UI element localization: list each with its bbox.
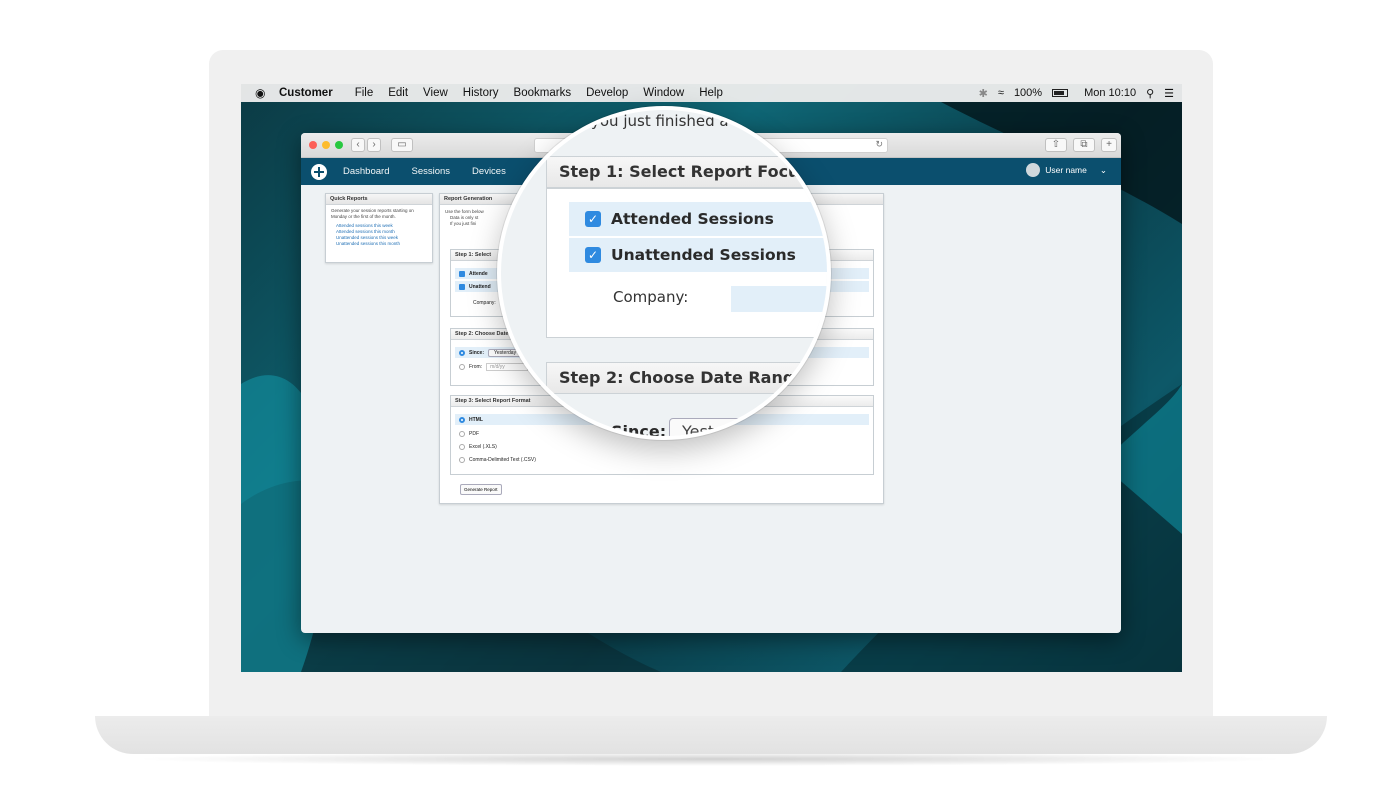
tabs-overview-icon[interactable]: ⧉ (1073, 138, 1095, 152)
menu-edit[interactable]: Edit (388, 87, 408, 99)
quick-report-link[interactable]: Unattended sessions this month (326, 241, 432, 247)
battery-percent: 100% (1013, 87, 1043, 99)
app-logo-icon[interactable] (311, 163, 327, 180)
menu-bookmarks[interactable]: Bookmarks (514, 87, 572, 99)
minimize-window-button[interactable] (322, 141, 330, 149)
close-window-button[interactable] (309, 141, 317, 149)
since-label: Since: (469, 349, 485, 356)
company-label: Company: (473, 299, 496, 306)
attended-label: Attende (469, 270, 488, 277)
magnified-unattended-option[interactable]: ✓ Unattended Sessions (569, 238, 827, 272)
checkbox-checked-icon[interactable]: ✓ (585, 247, 601, 263)
checkbox-checked-icon[interactable]: ✓ (585, 211, 601, 227)
quick-reports-description: Generate your session reports starting o… (331, 208, 414, 219)
menu-develop[interactable]: Develop (586, 87, 628, 99)
apple-icon[interactable]: ◉ (255, 86, 275, 100)
reload-icon[interactable]: ↻ (875, 139, 883, 150)
format-xls-label: Excel (.XLS) (469, 443, 497, 450)
menu-status-area: ✱ ≈ 100% Mon 10:10 ⚲ ☰ (979, 84, 1174, 102)
chevron-down-icon: ⌄ (1099, 164, 1107, 175)
magnified-note: you just finished a se (591, 112, 751, 130)
generate-report-button[interactable]: Generate Report (460, 484, 502, 495)
sidebar-toggle-icon[interactable]: ▭ (391, 138, 413, 152)
avatar (1026, 163, 1041, 177)
from-date-input[interactable]: m/d/yy (486, 362, 528, 371)
magnified-company-label: Company: (613, 288, 689, 306)
zoom-window-button[interactable] (335, 141, 343, 149)
magnifier-lens: you just finished a se Step 1: Select Re… (497, 106, 831, 440)
bluetooth-icon[interactable]: ✱ (979, 87, 988, 100)
magnified-step1-title: Step 1: Select Report Focus (546, 156, 827, 188)
radio-unselected[interactable] (459, 443, 465, 450)
quick-reports-panel: Quick Reports Generate your session repo… (325, 193, 433, 263)
checkbox-checked[interactable] (459, 283, 465, 290)
magnified-attended-label: Attended Sessions (611, 210, 774, 228)
magnified-unattended-label: Unattended Sessions (611, 246, 796, 264)
checkbox-checked[interactable] (459, 270, 465, 277)
radio-unselected[interactable] (459, 456, 465, 463)
nav-devices[interactable]: Devices (472, 166, 506, 177)
magnified-attended-option[interactable]: ✓ Attended Sessions (569, 202, 827, 236)
from-label: From: (469, 363, 483, 370)
radio-unselected[interactable] (459, 363, 465, 370)
wifi-icon[interactable]: ≈ (998, 87, 1004, 99)
forward-button[interactable]: › (367, 138, 381, 152)
menu-view[interactable]: View (423, 87, 448, 99)
search-icon[interactable]: ⚲ (1146, 87, 1154, 100)
unattended-label: Unattend (469, 283, 491, 290)
radio-selected[interactable] (459, 349, 465, 356)
notification-list-icon[interactable]: ☰ (1164, 87, 1174, 100)
from-option[interactable]: From: m/d/yy (455, 361, 528, 372)
format-pdf-label: PDF (469, 430, 479, 437)
magnified-company-field[interactable] (731, 286, 827, 312)
menu-bar: ◉ Customer File Edit View History Bookma… (241, 84, 1182, 102)
back-button[interactable]: ‹ (351, 138, 365, 152)
user-name: User name (1045, 165, 1087, 175)
format-csv-label: Comma-Delimited Text (.CSV) (469, 456, 536, 463)
format-option-pdf[interactable]: PDF (455, 428, 479, 439)
company-row: Company: (473, 297, 496, 308)
radio-unselected[interactable] (459, 430, 465, 437)
new-tab-button[interactable]: + (1101, 138, 1117, 152)
laptop-base (95, 716, 1327, 754)
menu-history[interactable]: History (463, 87, 499, 99)
menu-window[interactable]: Window (643, 87, 684, 99)
radio-selected[interactable] (459, 416, 465, 423)
menu-file[interactable]: File (355, 87, 374, 99)
share-icon[interactable]: ⇧ (1045, 138, 1067, 152)
menu-help[interactable]: Help (699, 87, 723, 99)
menu-app-name[interactable]: Customer (279, 87, 333, 99)
battery-icon[interactable] (1052, 89, 1069, 97)
format-html-label: HTML (469, 416, 483, 423)
format-option-xls[interactable]: Excel (.XLS) (455, 441, 497, 452)
nav-sessions[interactable]: Sessions (411, 166, 450, 177)
magnified-step2-title: Step 2: Choose Date Range (546, 362, 827, 394)
quick-reports-title: Quick Reports (326, 194, 432, 205)
laptop-shadow (130, 752, 1290, 766)
nav-dashboard[interactable]: Dashboard (343, 166, 389, 177)
clock[interactable]: Mon 10:10 (1084, 87, 1136, 99)
user-menu[interactable]: User name ⌄ (1026, 163, 1107, 177)
format-option-csv[interactable]: Comma-Delimited Text (.CSV) (455, 454, 536, 465)
